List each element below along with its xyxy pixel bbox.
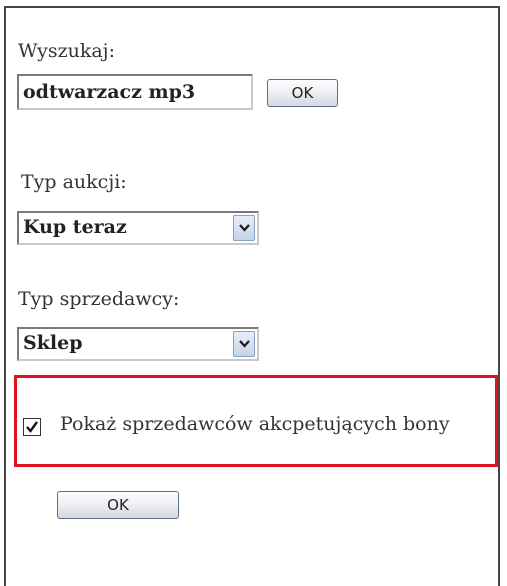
submit-ok-button[interactable]: OK bbox=[57, 491, 179, 519]
chevron-down-icon[interactable] bbox=[233, 331, 255, 357]
auction-type-value: Kup teraz bbox=[23, 216, 127, 238]
seller-type-label: Typ sprzedawcy: bbox=[18, 288, 180, 310]
voucher-sellers-label: Pokaż sprzedawców akcpetujących bony bbox=[60, 413, 450, 435]
search-label: Wyszukaj: bbox=[18, 40, 115, 62]
seller-type-select[interactable]: Sklep bbox=[17, 327, 259, 361]
voucher-sellers-checkbox[interactable] bbox=[23, 418, 41, 436]
search-input[interactable] bbox=[17, 74, 253, 110]
chevron-down-icon[interactable] bbox=[233, 215, 255, 241]
check-icon bbox=[26, 421, 38, 433]
auction-type-select[interactable]: Kup teraz bbox=[17, 211, 259, 245]
auction-type-label: Typ aukcji: bbox=[21, 171, 127, 193]
search-ok-button[interactable]: OK bbox=[267, 79, 338, 107]
seller-type-value: Sklep bbox=[23, 332, 83, 354]
